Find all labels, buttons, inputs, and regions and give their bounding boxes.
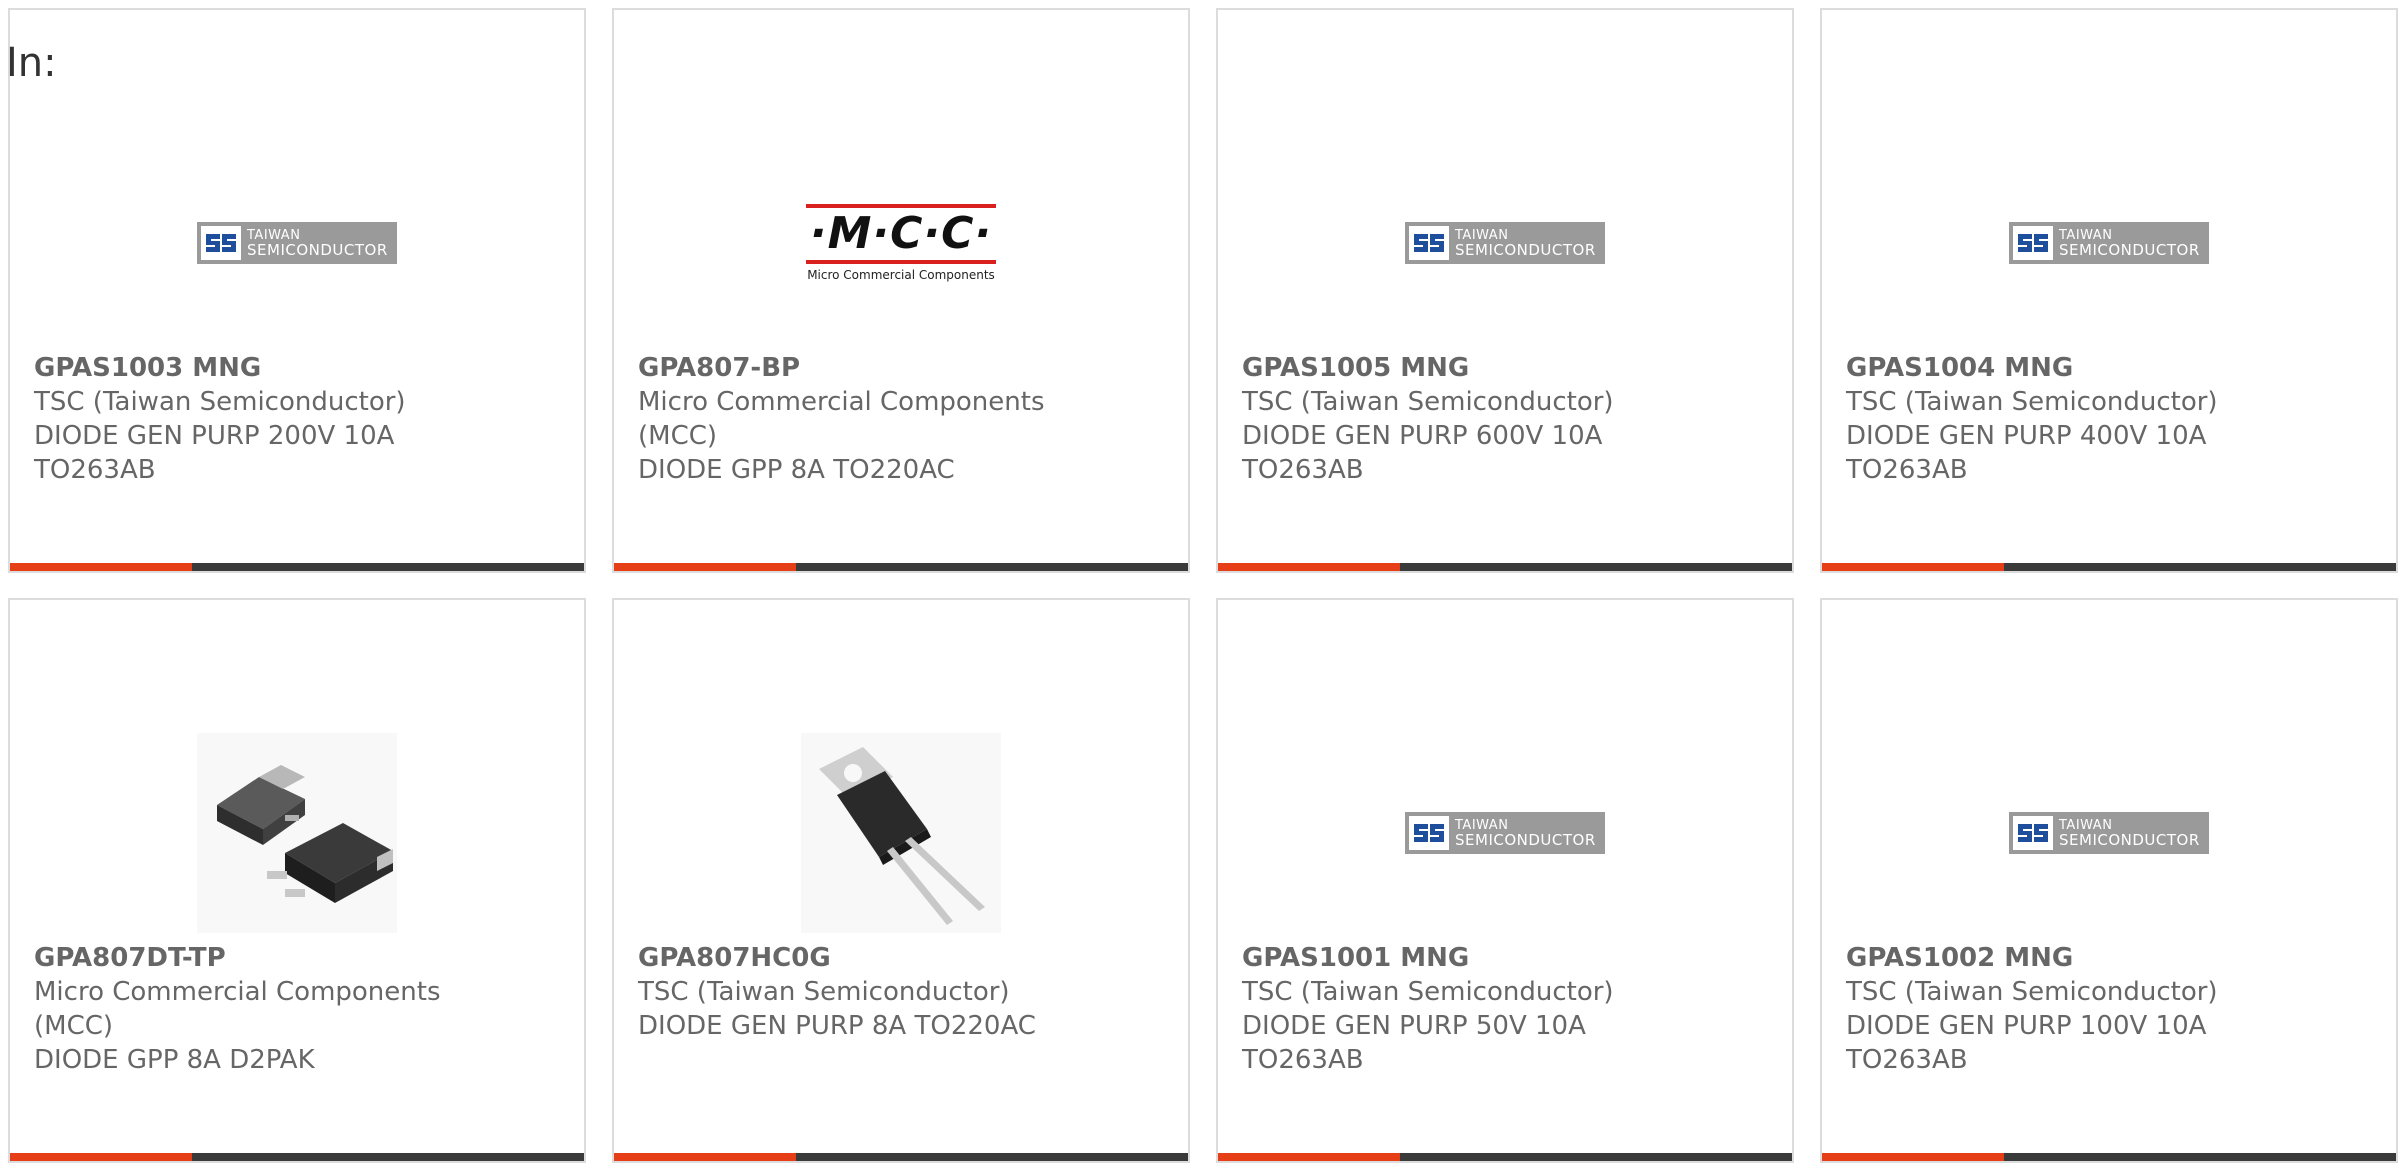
- part-number[interactable]: GPAS1003 MNG: [34, 351, 454, 385]
- tsc-logo: TAIWAN SEMICONDUCTOR: [1405, 221, 1605, 264]
- product-image: TAIWAN SEMICONDUCTOR: [1822, 730, 2396, 935]
- tsc-logo-line2: SEMICONDUCTOR: [2059, 830, 2200, 849]
- tsc-logo: TAIWAN SEMICONDUCTOR: [197, 221, 397, 264]
- d2pak-photo: [197, 732, 397, 933]
- product-card[interactable]: TAIWAN SEMICONDUCTOR GPAS1001 MNG TSC (T…: [1216, 598, 1794, 1163]
- product-grid: TAIWAN SEMICONDUCTOR GPAS1003 MNG TSC (T…: [8, 8, 2398, 1163]
- mcc-logo-bottom-bar: [806, 259, 996, 264]
- description: DIODE GEN PURP 50V 10A TO263AB: [1242, 1011, 1586, 1075]
- card-accent: [10, 563, 192, 571]
- part-number[interactable]: GPAS1001 MNG: [1242, 941, 1662, 975]
- to220-photo: [801, 732, 1001, 933]
- manufacturer: TSC (Taiwan Semiconductor): [1242, 387, 1614, 417]
- tsc-mark-icon: [1409, 225, 1449, 260]
- product-image: TAIWAN SEMICONDUCTOR: [1218, 730, 1792, 935]
- card-bottom-bar: [614, 1153, 1188, 1161]
- card-bottom-bar: [1218, 1153, 1792, 1161]
- product-image: TAIWAN SEMICONDUCTOR: [1822, 140, 2396, 345]
- manufacturer: TSC (Taiwan Semiconductor): [1846, 387, 2218, 417]
- product-image: TAIWAN SEMICONDUCTOR: [10, 140, 584, 345]
- manufacturer: TSC (Taiwan Semiconductor): [1846, 977, 2218, 1007]
- description: DIODE GPP 8A D2PAK: [34, 1045, 315, 1075]
- product-card[interactable]: TAIWAN SEMICONDUCTOR GPAS1002 MNG TSC (T…: [1820, 598, 2398, 1163]
- manufacturer: TSC (Taiwan Semiconductor): [34, 387, 406, 417]
- tsc-mark-icon: [2013, 225, 2053, 260]
- tsc-logo-line2: SEMICONDUCTOR: [2059, 240, 2200, 259]
- card-accent: [1822, 563, 2004, 571]
- card-accent: [1218, 563, 1400, 571]
- description: DIODE GEN PURP 100V 10A TO263AB: [1846, 1011, 2207, 1075]
- manufacturer: Micro Commercial Components (MCC): [34, 977, 441, 1041]
- manufacturer: Micro Commercial Components (MCC): [638, 387, 1045, 451]
- tsc-logo: TAIWAN SEMICONDUCTOR: [2009, 811, 2209, 854]
- card-accent: [614, 563, 796, 571]
- part-number[interactable]: GPAS1004 MNG: [1846, 351, 2266, 385]
- tsc-logo-line2: SEMICONDUCTOR: [247, 240, 388, 259]
- part-number[interactable]: GPA807DT-TP: [34, 941, 454, 975]
- product-card[interactable]: TAIWAN SEMICONDUCTOR GPAS1005 MNG TSC (T…: [1216, 8, 1794, 573]
- description: DIODE GPP 8A TO220AC: [638, 455, 955, 485]
- card-bottom-bar: [10, 1153, 584, 1161]
- card-accent: [10, 1153, 192, 1161]
- tsc-mark-icon: [1409, 815, 1449, 850]
- part-number[interactable]: GPA807-BP: [638, 351, 1058, 385]
- product-card[interactable]: GPA807DT-TP Micro Commercial Components …: [8, 598, 586, 1163]
- product-card[interactable]: TAIWAN SEMICONDUCTOR GPAS1003 MNG TSC (T…: [8, 8, 586, 573]
- mcc-logo: ·M·C·C· Micro Commercial Components: [806, 203, 996, 282]
- tsc-logo-line2: SEMICONDUCTOR: [1455, 240, 1596, 259]
- product-image: [10, 730, 584, 935]
- part-number[interactable]: GPA807HC0G: [638, 941, 1058, 975]
- tsc-mark-icon: [2013, 815, 2053, 850]
- card-bottom-bar: [614, 563, 1188, 571]
- product-card[interactable]: GPA807HC0G TSC (Taiwan Semiconductor) DI…: [612, 598, 1190, 1163]
- card-accent: [614, 1153, 796, 1161]
- card-accent: [1822, 1153, 2004, 1161]
- product-image: TAIWAN SEMICONDUCTOR: [1218, 140, 1792, 345]
- tsc-logo: TAIWAN SEMICONDUCTOR: [2009, 221, 2209, 264]
- card-bottom-bar: [10, 563, 584, 571]
- product-card[interactable]: ·M·C·C· Micro Commercial Components GPA8…: [612, 8, 1190, 573]
- card-bottom-bar: [1218, 563, 1792, 571]
- description: DIODE GEN PURP 200V 10A TO263AB: [34, 421, 395, 485]
- card-bottom-bar: [1822, 563, 2396, 571]
- description: DIODE GEN PURP 600V 10A TO263AB: [1242, 421, 1603, 485]
- part-number[interactable]: GPAS1005 MNG: [1242, 351, 1662, 385]
- mcc-logo-subtitle: Micro Commercial Components: [807, 267, 995, 282]
- card-accent: [1218, 1153, 1400, 1161]
- card-bottom-bar: [1822, 1153, 2396, 1161]
- page-label: In:: [6, 40, 57, 86]
- part-number[interactable]: GPAS1002 MNG: [1846, 941, 2266, 975]
- manufacturer: TSC (Taiwan Semiconductor): [1242, 977, 1614, 1007]
- tsc-logo-line2: SEMICONDUCTOR: [1455, 830, 1596, 849]
- tsc-logo: TAIWAN SEMICONDUCTOR: [1405, 811, 1605, 854]
- description: DIODE GEN PURP 400V 10A TO263AB: [1846, 421, 2207, 485]
- product-card[interactable]: TAIWAN SEMICONDUCTOR GPAS1004 MNG TSC (T…: [1820, 8, 2398, 573]
- tsc-mark-icon: [201, 225, 241, 260]
- description: DIODE GEN PURP 8A TO220AC: [638, 1011, 1036, 1041]
- mcc-logo-mark: ·M·C·C·: [809, 207, 993, 259]
- product-image: [614, 730, 1188, 935]
- manufacturer: TSC (Taiwan Semiconductor): [638, 977, 1010, 1007]
- product-image: ·M·C·C· Micro Commercial Components: [614, 140, 1188, 345]
